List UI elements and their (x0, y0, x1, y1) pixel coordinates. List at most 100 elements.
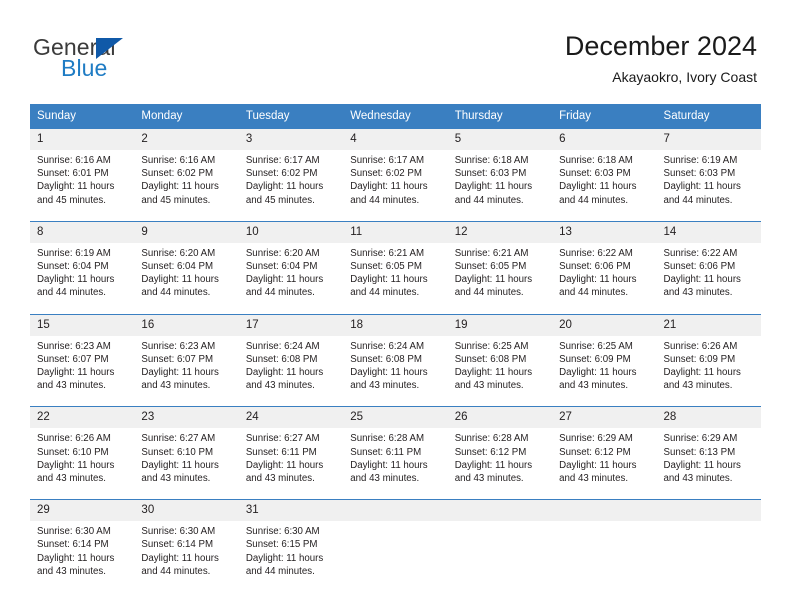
calendar-day-cell[interactable]: 12 Sunrise: 6:21 AM Sunset: 6:05 PM Dayligh… (447, 220, 553, 300)
daylight-duration-line1: Daylight: 11 hours (663, 459, 741, 471)
calendar-week-row: 15 Sunrise: 6:23 AM Sunset: 6:07 PM Dayligh… (30, 313, 761, 393)
calendar-week-row: 8 Sunrise: 6:19 AM Sunset: 6:04 PM Daylight… (30, 220, 761, 300)
day-number: 21 (656, 314, 761, 336)
day-number: 29 (30, 500, 135, 522)
day-details: Sunrise: 6:22 AM Sunset: 6:06 PM Daylight:… (657, 243, 761, 300)
daylight-duration-line1: Daylight: 11 hours (37, 181, 115, 193)
day-details: Sunrise: 6:28 AM Sunset: 6:12 PM Daylight:… (448, 428, 552, 485)
daylight-duration-line2: and 43 minutes. (350, 473, 420, 485)
sunset-time: Sunset: 6:14 PM (141, 539, 214, 551)
calendar-day-cell[interactable]: 10 Sunrise: 6:20 AM Sunset: 6:04 PM Dayligh… (238, 220, 344, 300)
daylight-duration-line1: Daylight: 11 hours (141, 552, 219, 564)
week-spacer-cell (30, 299, 761, 315)
calendar-day-cell[interactable]: 21 Sunrise: 6:26 AM Sunset: 6:09 PM Dayligh… (656, 313, 761, 393)
day-details (448, 521, 552, 525)
daylight-duration-line2: and 43 minutes. (559, 473, 629, 485)
calendar-day-cell[interactable]: 31 Sunrise: 6:30 AM Sunset: 6:15 PM Dayligh… (238, 499, 344, 579)
sunrise-time: Sunrise: 6:19 AM (37, 247, 111, 259)
daylight-duration-line1: Daylight: 11 hours (559, 459, 637, 471)
calendar-day-cell[interactable]: 26 Sunrise: 6:28 AM Sunset: 6:12 PM Dayligh… (447, 406, 553, 486)
sunset-time: Sunset: 6:15 PM (245, 539, 318, 551)
calendar-day-cell[interactable]: 8 Sunrise: 6:19 AM Sunset: 6:04 PM Daylight… (30, 220, 135, 300)
day-number (343, 500, 448, 522)
day-details: Sunrise: 6:22 AM Sunset: 6:06 PM Daylight:… (552, 243, 656, 300)
calendar-day-cell[interactable]: 3 Sunrise: 6:17 AM Sunset: 6:02 PM Daylight… (238, 127, 344, 207)
calendar-day-cell[interactable]: 20 Sunrise: 6:25 AM Sunset: 6:09 PM Dayligh… (552, 313, 657, 393)
day-details (657, 521, 761, 525)
day-details: Sunrise: 6:18 AM Sunset: 6:03 PM Daylight:… (552, 150, 656, 207)
calendar-day-cell[interactable]: 16 Sunrise: 6:23 AM Sunset: 6:07 PM Dayligh… (134, 313, 239, 393)
day-number: 4 (343, 129, 448, 150)
sunset-time: Sunset: 6:11 PM (245, 446, 317, 458)
calendar-day-cell[interactable]: 25 Sunrise: 6:28 AM Sunset: 6:11 PM Dayligh… (343, 406, 448, 486)
calendar-page: General Blue December 2024 Akayaokro, Iv… (0, 0, 792, 612)
calendar-day-cell[interactable]: 30 Sunrise: 6:30 AM Sunset: 6:14 PM Dayligh… (134, 499, 239, 579)
day-details: Sunrise: 6:30 AM Sunset: 6:14 PM Daylight:… (134, 521, 238, 578)
day-details: Sunrise: 6:30 AM Sunset: 6:15 PM Daylight:… (239, 521, 343, 578)
day-details (343, 521, 447, 525)
daylight-duration-line1: Daylight: 11 hours (141, 274, 219, 286)
daylight-duration-line2: and 44 minutes. (559, 287, 629, 299)
calendar-day-cell[interactable]: 19 Sunrise: 6:25 AM Sunset: 6:08 PM Dayligh… (447, 313, 553, 393)
calendar-day-cell[interactable]: 17 Sunrise: 6:24 AM Sunset: 6:08 PM Dayligh… (238, 313, 344, 393)
sunrise-time: Sunrise: 6:30 AM (37, 526, 111, 538)
day-number: 25 (343, 407, 448, 429)
calendar-body: 1 Sunrise: 6:16 AM Sunset: 6:01 PM Daylight… (30, 127, 761, 579)
calendar-day-cell[interactable]: 4 Sunrise: 6:17 AM Sunset: 6:02 PM Daylight… (343, 127, 448, 207)
calendar-week-row: 29 Sunrise: 6:30 AM Sunset: 6:14 PM Dayligh… (30, 499, 761, 579)
calendar-day-cell[interactable]: 22 Sunrise: 6:26 AM Sunset: 6:10 PM Dayligh… (30, 406, 135, 486)
daylight-duration-line2: and 44 minutes. (37, 287, 106, 299)
calendar-day-cell[interactable]: 24 Sunrise: 6:27 AM Sunset: 6:11 PM Dayligh… (238, 406, 344, 486)
calendar-day-cell[interactable]: 5 Sunrise: 6:18 AM Sunset: 6:03 PM Daylight… (447, 127, 553, 207)
calendar-day-cell[interactable]: 11 Sunrise: 6:21 AM Sunset: 6:05 PM Dayligh… (343, 220, 448, 300)
daylight-duration-line2: and 45 minutes. (245, 194, 315, 206)
sunset-time: Sunset: 6:12 PM (454, 446, 527, 458)
calendar-day-cell[interactable]: 6 Sunrise: 6:18 AM Sunset: 6:03 PM Daylight… (552, 127, 657, 207)
calendar-day-cell[interactable]: 18 Sunrise: 6:24 AM Sunset: 6:08 PM Dayligh… (343, 313, 448, 393)
day-number: 7 (656, 129, 761, 150)
general-blue-logo[interactable]: General Blue (33, 34, 263, 89)
day-number: 1 (30, 129, 135, 150)
day-number (656, 500, 761, 522)
daylight-duration-line1: Daylight: 11 hours (350, 367, 428, 379)
calendar-day-cell[interactable]: 7 Sunrise: 6:19 AM Sunset: 6:03 PM Daylight… (656, 127, 761, 207)
calendar-day-cell[interactable]: 23 Sunrise: 6:27 AM Sunset: 6:10 PM Dayligh… (134, 406, 239, 486)
weekday-header-wednesday: Wednesday (343, 104, 448, 129)
calendar-day-cell[interactable]: 1 Sunrise: 6:16 AM Sunset: 6:01 PM Daylight… (30, 127, 135, 207)
day-number: 18 (343, 314, 448, 336)
day-number: 24 (238, 407, 344, 429)
sunset-time: Sunset: 6:09 PM (559, 353, 631, 365)
day-details: Sunrise: 6:26 AM Sunset: 6:10 PM Daylight:… (30, 428, 134, 485)
day-number (552, 500, 657, 522)
sunrise-time: Sunrise: 6:18 AM (559, 155, 633, 166)
daylight-duration-line1: Daylight: 11 hours (37, 367, 115, 379)
calendar-day-cell[interactable]: 28 Sunrise: 6:29 AM Sunset: 6:13 PM Dayligh… (656, 406, 761, 486)
calendar-day-cell[interactable]: 15 Sunrise: 6:23 AM Sunset: 6:07 PM Dayligh… (30, 313, 135, 393)
sunset-time: Sunset: 6:11 PM (350, 446, 422, 458)
daylight-duration-line2: and 44 minutes. (350, 194, 420, 206)
sunrise-time: Sunrise: 6:22 AM (559, 247, 633, 259)
daylight-duration-line1: Daylight: 11 hours (454, 274, 533, 286)
daylight-duration-line2: and 43 minutes. (245, 380, 315, 392)
day-number: 9 (134, 221, 239, 243)
week-spacer-row (30, 392, 761, 407)
calendar-day-cell[interactable]: 9 Sunrise: 6:20 AM Sunset: 6:04 PM Daylight… (134, 220, 239, 300)
day-details: Sunrise: 6:18 AM Sunset: 6:03 PM Daylight:… (448, 150, 552, 207)
sunset-time: Sunset: 6:04 PM (37, 261, 109, 273)
calendar-week-row: 1 Sunrise: 6:16 AM Sunset: 6:01 PM Daylight… (30, 127, 761, 207)
day-number: 16 (134, 314, 239, 336)
day-number: 10 (238, 221, 344, 243)
calendar-day-cell[interactable]: 14 Sunrise: 6:22 AM Sunset: 6:06 PM Dayligh… (656, 220, 761, 300)
calendar-day-cell[interactable]: 29 Sunrise: 6:30 AM Sunset: 6:14 PM Dayligh… (30, 499, 135, 579)
calendar-day-cell[interactable]: 27 Sunrise: 6:29 AM Sunset: 6:12 PM Dayligh… (552, 406, 657, 486)
sunset-time: Sunset: 6:03 PM (559, 168, 631, 180)
day-details: Sunrise: 6:25 AM Sunset: 6:09 PM Daylight:… (552, 336, 656, 393)
daylight-duration-line1: Daylight: 11 hours (141, 367, 219, 379)
calendar-day-cell[interactable]: 2 Sunrise: 6:16 AM Sunset: 6:02 PM Daylight… (134, 127, 239, 207)
page-header: General Blue December 2024 Akayaokro, Iv… (0, 0, 792, 104)
day-details: Sunrise: 6:21 AM Sunset: 6:05 PM Daylight:… (343, 243, 447, 300)
day-details: Sunrise: 6:17 AM Sunset: 6:02 PM Daylight:… (343, 150, 447, 207)
daylight-duration-line1: Daylight: 11 hours (245, 552, 324, 564)
calendar-day-cell[interactable]: 13 Sunrise: 6:22 AM Sunset: 6:06 PM Dayligh… (552, 220, 657, 300)
daylight-duration-line2: and 43 minutes. (141, 473, 211, 485)
